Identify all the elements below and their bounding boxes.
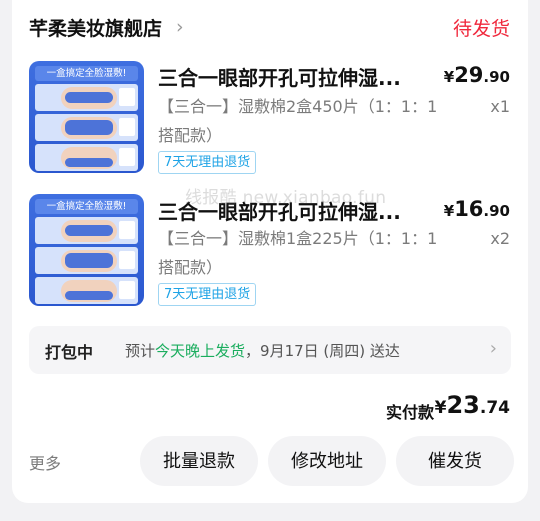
product-spec: 【三合一】湿敷棉2盒450片（1：1：1 搭配款）	[158, 92, 458, 150]
paid-integer: 23	[446, 391, 480, 419]
product-price: ¥16.90	[444, 197, 510, 221]
more-button[interactable]: 更多	[29, 450, 61, 474]
watermark: 线报酷 new.xianbao.fun	[185, 188, 387, 208]
order-card: 芊柔美妆旗舰店 › 待发货 一盒搞定全脸湿敷! 三合一眼部开孔可拉伸湿... ¥…	[12, 0, 528, 503]
price-decimal: .90	[483, 202, 510, 220]
shipping-estimate: 预计今天晚上发货，9月17日 (周四) 送达	[125, 340, 400, 361]
urge-shipping-button[interactable]: 催发货	[396, 436, 514, 486]
spec-line: 搭配款）	[158, 126, 223, 145]
thumbnail-banner: 一盒搞定全脸湿敷!	[35, 199, 138, 214]
shipping-suffix: ，9月17日 (周四) 送达	[245, 342, 400, 360]
product-thumbnail[interactable]: 一盒搞定全脸湿敷!	[29, 194, 144, 306]
chevron-right-icon[interactable]: ›	[176, 16, 184, 38]
price-decimal: .90	[483, 68, 510, 86]
product-thumbnail[interactable]: 一盒搞定全脸湿敷!	[29, 61, 144, 173]
thumbnail-panel	[35, 247, 138, 274]
price-currency: ¥	[443, 202, 455, 220]
product-quantity: x1	[490, 97, 510, 116]
shipping-prefix: 预计	[125, 342, 156, 360]
paid-label: 实付款	[386, 403, 435, 422]
spec-line: 搭配款）	[158, 258, 223, 277]
spec-line: 【三合一】湿敷棉2盒450片（1：1：1	[158, 97, 438, 116]
modify-address-button[interactable]: 修改地址	[268, 436, 386, 486]
shop-name[interactable]: 芊柔美妆旗舰店	[29, 14, 162, 41]
shipping-label: 打包中	[45, 343, 94, 362]
order-status: 待发货	[452, 18, 510, 40]
batch-refund-button[interactable]: 批量退款	[140, 436, 258, 486]
return-policy-tag: 7天无理由退货	[158, 283, 257, 306]
shipping-highlight: 今天晚上发货	[155, 342, 246, 360]
thumbnail-panel	[35, 217, 138, 244]
product-spec: 【三合一】湿敷棉1盒225片（1：1：1 搭配款）	[158, 224, 458, 282]
thumbnail-banner: 一盒搞定全脸湿敷!	[35, 66, 138, 81]
thumbnail-panel	[35, 144, 138, 171]
paid-currency: ¥	[434, 398, 447, 418]
paid-amount: ¥23.74	[435, 391, 510, 419]
spec-line: 【三合一】湿敷棉1盒225片（1：1：1	[158, 229, 438, 248]
price-currency: ¥	[443, 68, 455, 86]
product-price: ¥29.90	[444, 63, 510, 87]
price-integer: 16	[454, 197, 484, 221]
price-integer: 29	[454, 63, 484, 87]
return-policy-tag: 7天无理由退货	[158, 151, 257, 174]
chevron-right-icon: ›	[489, 338, 497, 359]
product-quantity: x2	[490, 229, 510, 248]
thumbnail-panel	[35, 277, 138, 304]
shipping-status-bar[interactable]: 打包中 预计今天晚上发货，9月17日 (周四) 送达 ›	[29, 326, 511, 374]
thumbnail-panel	[35, 84, 138, 111]
paid-decimal: .74	[479, 398, 510, 418]
product-title[interactable]: 三合一眼部开孔可拉伸湿...	[158, 62, 401, 91]
thumbnail-panel	[35, 114, 138, 141]
